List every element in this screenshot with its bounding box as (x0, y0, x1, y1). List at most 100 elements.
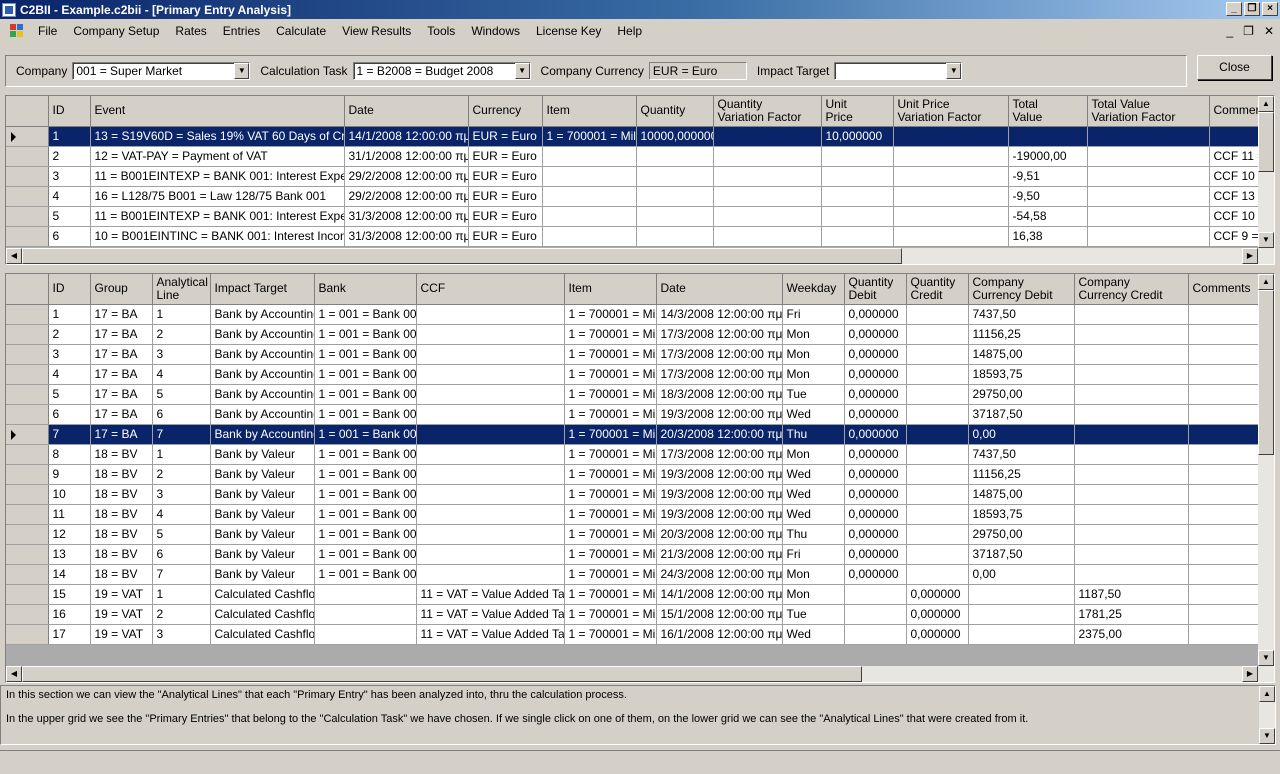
primary-entry-cell[interactable]: 1 = 700001 = Milk (542, 126, 637, 147)
analytical-line-cell[interactable]: 1 (152, 584, 211, 605)
help-vertical-scrollbar[interactable]: ▲ ▼ (1259, 686, 1275, 744)
scroll-right-icon[interactable]: ▶ (1242, 666, 1258, 682)
analytical-line-cell[interactable]: 14875,00 (968, 344, 1075, 365)
analytical-line-cell[interactable]: 14/3/2008 12:00:00 πμ (656, 304, 783, 325)
primary-entry-cell[interactable]: EUR = Euro (468, 166, 543, 187)
analytical-line-row[interactable]: 4 17 = BA 4 Bank by Accounting 1 = 001 = Ban… (6, 364, 1274, 385)
menu-entries[interactable]: Entries (215, 21, 268, 41)
analytical-line-cell[interactable]: Wed (782, 484, 845, 505)
analytical-line-cell[interactable] (1074, 444, 1189, 465)
analytical-line-cell[interactable] (968, 584, 1075, 605)
analytical-line-cell[interactable]: 16/1/2008 12:00:00 πμ (656, 624, 783, 645)
analytical-line-cell[interactable]: Tue (782, 384, 845, 405)
analytical-line-cell[interactable]: Bank by Valeur (210, 444, 315, 465)
analytical-line-cell[interactable]: 1 = 700001 = Milk (564, 624, 657, 645)
analytical-line-cell[interactable]: 19 = VAT (90, 624, 153, 645)
primary-entry-cell[interactable] (893, 126, 1009, 147)
analytical-line-row[interactable]: 5 17 = BA 5 Bank by Accounting 1 = 001 = Ban… (6, 384, 1274, 405)
analytical-line-cell[interactable]: 11 = VAT = Value Added Tax (416, 604, 565, 625)
row-selector[interactable] (6, 484, 49, 505)
primary-entry-cell[interactable]: EUR = Euro (468, 146, 543, 167)
row-selector[interactable] (6, 524, 49, 545)
analytical-line-cell[interactable]: 0,000000 (906, 624, 969, 645)
analytical-line-cell[interactable]: 1 = 700001 = Milk (564, 484, 657, 505)
analytical-line-cell[interactable] (416, 344, 565, 365)
analytical-line-cell[interactable] (1074, 564, 1189, 585)
primary-entry-cell[interactable]: 16 = L128/75 B001 = Law 128/75 Bank 001 (90, 186, 345, 207)
analytical-line-cell[interactable]: 1 = 700001 = Milk (564, 324, 657, 345)
analytical-line-cell[interactable]: 13 (48, 544, 91, 565)
row-selector[interactable] (6, 464, 49, 485)
row-selector[interactable] (6, 344, 49, 365)
scroll-left-icon[interactable]: ◀ (6, 666, 22, 682)
analytical-line-column-header[interactable]: Bank (314, 274, 417, 305)
primary-entry-column-header[interactable]: Total Value (1008, 96, 1088, 127)
analytical-line-cell[interactable]: 17/3/2008 12:00:00 πμ (656, 444, 783, 465)
lower-horizontal-scrollbar[interactable]: ◀ ▶ (6, 666, 1274, 682)
analytical-line-cell[interactable]: Bank by Accounting (210, 324, 315, 345)
analytical-line-cell[interactable]: 17 = BA (90, 364, 153, 385)
mdi-minimize-button[interactable]: _ (1226, 24, 1233, 38)
analytical-line-cell[interactable] (416, 424, 565, 445)
analytical-line-cell[interactable]: Wed (782, 504, 845, 525)
analytical-line-row[interactable]: 14 18 = BV 7 Bank by Valeur 1 = 001 = Bank 0… (6, 564, 1274, 585)
analytical-line-cell[interactable]: 1 = 001 = Bank 001 (314, 564, 417, 585)
analytical-line-cell[interactable]: 1 = 001 = Bank 001 (314, 464, 417, 485)
analytical-line-cell[interactable]: 11 = VAT = Value Added Tax (416, 624, 565, 645)
analytical-line-cell[interactable]: Bank by Valeur (210, 524, 315, 545)
analytical-line-cell[interactable] (906, 304, 969, 325)
analytical-line-cell[interactable]: 0,00 (968, 424, 1075, 445)
analytical-line-cell[interactable]: 0,000000 (844, 364, 907, 385)
primary-entry-row[interactable]: 2 12 = VAT-PAY = Payment of VAT 31/1/2008 … (6, 146, 1274, 167)
analytical-line-cell[interactable]: 8 (48, 444, 91, 465)
analytical-line-cell[interactable] (906, 464, 969, 485)
primary-entry-cell[interactable]: EUR = Euro (468, 186, 543, 207)
calculation-task-combo[interactable]: 1 = B2008 = Budget 2008 ▼ (352, 62, 531, 80)
analytical-line-cell[interactable]: 7437,50 (968, 304, 1075, 325)
analytical-line-cell[interactable]: 1 = 001 = Bank 001 (314, 384, 417, 405)
analytical-line-cell[interactable] (906, 344, 969, 365)
analytical-line-cell[interactable]: Mon (782, 444, 845, 465)
analytical-line-cell[interactable]: Tue (782, 604, 845, 625)
scroll-up-icon[interactable]: ▲ (1258, 96, 1274, 112)
analytical-line-column-header[interactable]: Quantity Debit (844, 274, 907, 305)
primary-entry-cell[interactable] (713, 226, 822, 247)
analytical-line-cell[interactable]: Wed (782, 464, 845, 485)
primary-entry-cell[interactable] (542, 186, 637, 207)
primary-entry-cell[interactable] (1087, 166, 1210, 187)
primary-entry-cell[interactable] (636, 166, 714, 187)
analytical-line-cell[interactable] (416, 304, 565, 325)
analytical-line-column-header[interactable]: Date (656, 274, 783, 305)
primary-entry-cell[interactable] (821, 186, 894, 207)
analytical-line-cell[interactable]: 7 (152, 564, 211, 585)
analytical-line-cell[interactable]: 29750,00 (968, 384, 1075, 405)
analytical-line-cell[interactable] (1074, 304, 1189, 325)
upper-horizontal-scrollbar[interactable]: ◀ ▶ (6, 248, 1274, 264)
analytical-line-cell[interactable]: 0,000000 (844, 384, 907, 405)
analytical-line-cell[interactable]: 17/3/2008 12:00:00 πμ (656, 344, 783, 365)
primary-entry-cell[interactable]: 29/2/2008 12:00:00 πμ (344, 186, 469, 207)
primary-entry-cell[interactable]: 3 (48, 166, 91, 187)
analytical-line-row[interactable]: 8 18 = BV 1 Bank by Valeur 1 = 001 = Bank 00… (6, 444, 1274, 465)
primary-entry-cell[interactable]: 6 (48, 226, 91, 247)
upper-vertical-scrollbar[interactable]: ▲ ▼ (1258, 96, 1274, 248)
analytical-line-cell[interactable] (314, 584, 417, 605)
analytical-line-cell[interactable]: Calculated Cashflow (210, 584, 315, 605)
analytical-line-cell[interactable]: Bank by Valeur (210, 464, 315, 485)
primary-entry-column-header[interactable]: Date (344, 96, 469, 127)
analytical-line-cell[interactable]: 0,000000 (844, 444, 907, 465)
analytical-line-cell[interactable]: 17 = BA (90, 344, 153, 365)
mdi-restore-button[interactable]: ❐ (1243, 24, 1254, 38)
analytical-line-cell[interactable]: 17 (48, 624, 91, 645)
analytical-line-column-header[interactable]: Item (564, 274, 657, 305)
analytical-line-cell[interactable] (844, 604, 907, 625)
analytical-line-cell[interactable]: 18 = BV (90, 464, 153, 485)
analytical-line-cell[interactable]: Bank by Valeur (210, 564, 315, 585)
row-selector[interactable] (6, 624, 49, 645)
mdi-close-button[interactable]: ✕ (1264, 24, 1274, 38)
primary-entry-cell[interactable]: EUR = Euro (468, 126, 543, 147)
analytical-line-cell[interactable]: 11156,25 (968, 464, 1075, 485)
analytical-line-cell[interactable]: 19 = VAT (90, 604, 153, 625)
analytical-line-cell[interactable]: 0,000000 (844, 524, 907, 545)
primary-entry-cell[interactable]: 10000,000000 (636, 126, 714, 147)
